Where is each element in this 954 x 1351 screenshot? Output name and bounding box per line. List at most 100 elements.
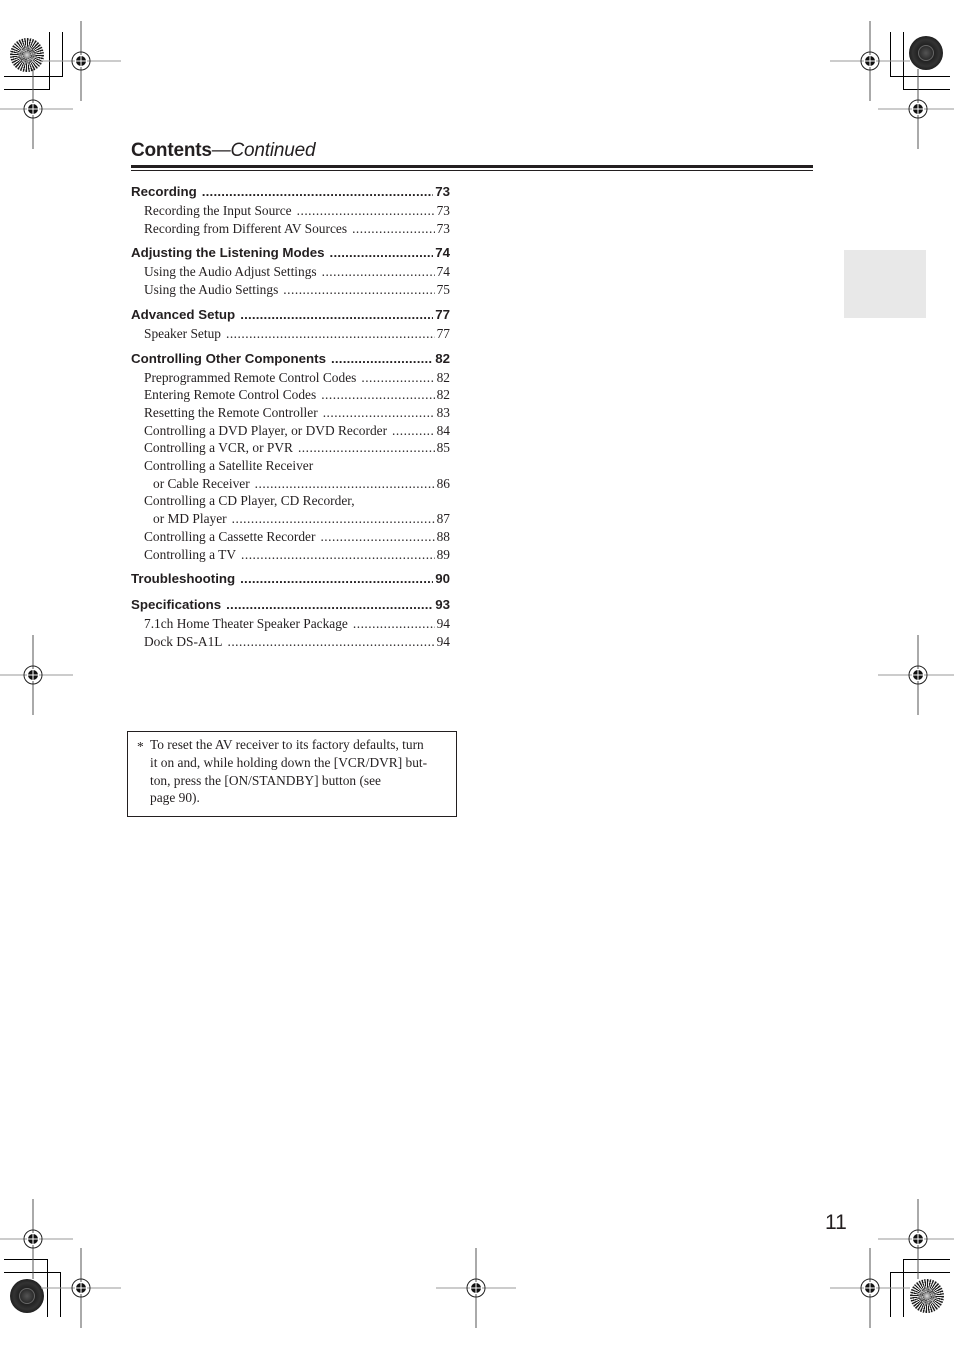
note-line: page 90). xyxy=(150,790,200,806)
toc-page-number: 82 xyxy=(435,350,450,366)
toc-entry-title: Advanced Setup xyxy=(131,306,236,322)
toc-subentry[interactable]: 7.1ch Home Theater Speaker Package 94 xyxy=(131,615,450,633)
dark-disc-icon xyxy=(909,36,943,70)
toc-page-number: 74 xyxy=(435,245,450,261)
dot-leader xyxy=(227,633,434,651)
dot-leader xyxy=(241,546,435,564)
crosshair-target-icon xyxy=(0,69,73,149)
toc-subentry[interactable]: Controlling a DVD Player, or DVD Recorde… xyxy=(131,422,450,440)
toc-subentry[interactable]: Controlling a Satellite Receiver xyxy=(131,457,450,475)
toc-entry-title: Recording xyxy=(131,184,197,199)
toc-page-number: 94 xyxy=(436,616,450,632)
toc-entry[interactable]: Troubleshooting 90 xyxy=(131,569,450,589)
dot-leader xyxy=(283,281,434,299)
toc-subentry-title: Resetting the Remote Controller xyxy=(144,404,318,420)
toc-subentry[interactable]: Controlling a CD Player, CD Recorder, xyxy=(131,492,450,510)
toc-subentry-title: Recording from Different AV Sources xyxy=(144,220,348,236)
dot-leader xyxy=(255,475,435,493)
dot-leader xyxy=(321,386,434,404)
toc-subentry[interactable]: Recording the Input Source 73 xyxy=(131,202,450,220)
reset-note-box: * To reset the AV receiver to its factor… xyxy=(127,731,457,817)
note-asterisk: * xyxy=(137,739,144,754)
section-thumb-tab xyxy=(844,250,926,318)
toc-subentry-title: 7.1ch Home Theater Speaker Package xyxy=(144,616,348,632)
toc-subentry-title: Recording the Input Source xyxy=(144,203,292,218)
toc-entry[interactable]: Specifications 93 xyxy=(131,595,450,615)
toc-section: Specifications 93 7.1ch Home Theater Speak… xyxy=(131,595,450,650)
page-number: 11 xyxy=(825,1211,847,1234)
toc-subentry[interactable]: Resetting the Remote Controller 83 xyxy=(131,404,450,422)
toc-subentry-title: Preprogrammed Remote Control Codes xyxy=(144,369,357,385)
crosshair-target-icon xyxy=(41,1248,121,1328)
toc-page-number: 82 xyxy=(436,369,450,385)
toc-entry[interactable]: Recording 73 xyxy=(131,182,450,202)
toc-subentry-title: Using the Audio Settings xyxy=(144,282,279,298)
toc-entry[interactable]: Adjusting the Listening Modes 74 xyxy=(131,243,450,263)
toc-subentry[interactable]: Speaker Setup 77 xyxy=(131,325,450,343)
dot-leader xyxy=(323,404,435,422)
toc-subentry[interactable]: Controlling a VCR, or PVR 85 xyxy=(131,439,450,457)
header-rule-thick xyxy=(131,165,813,168)
page-header: Contents—Continued xyxy=(131,139,813,163)
toc-page-number: 77 xyxy=(435,306,450,322)
toc-subentry[interactable]: Controlling a TV 89 xyxy=(131,546,450,564)
toc-section: Troubleshooting 90 xyxy=(131,569,450,589)
toc-subentry-title: Controlling a Cassette Recorder xyxy=(144,528,316,544)
toc-subentry-continued[interactable]: or Cable Receiver 86 xyxy=(131,475,450,493)
toc-section: Adjusting the Listening Modes74Using the… xyxy=(131,243,450,298)
toc-section: Controlling Other Components82Preprogram… xyxy=(131,349,450,564)
dot-leader xyxy=(226,595,433,615)
toc-page-number: 82 xyxy=(436,387,450,403)
toc-entry-title: Adjusting the Listening Modes xyxy=(131,245,325,261)
dot-leader xyxy=(240,569,433,589)
note-line: To reset the AV receiver to its factory … xyxy=(150,737,424,752)
page-title: Contents—Continued xyxy=(131,139,813,163)
toc-page-number: 94 xyxy=(436,633,450,649)
toc-page-number: 83 xyxy=(436,404,450,420)
toc-subentry-title: Controlling a TV xyxy=(144,546,236,562)
toc-subentry[interactable]: Recording from Different AV Sources 73 xyxy=(131,220,450,238)
toc-subentry-title-continued: or MD Player xyxy=(153,511,227,527)
dot-leader xyxy=(232,510,435,528)
toc-page-number: 73 xyxy=(436,220,450,236)
note-line: ton, press the [ON/STANDBY] button (see xyxy=(150,772,382,788)
toc-subentry[interactable]: Preprogrammed Remote Control Codes 82 xyxy=(131,369,450,387)
dot-leader xyxy=(320,528,434,546)
dot-leader xyxy=(353,615,435,633)
toc-subentry-title-continued: or Cable Receiver xyxy=(153,475,250,491)
page-title-continued: —Continued xyxy=(211,140,316,161)
toc-subentry[interactable]: Entering Remote Control Codes 82 xyxy=(131,386,450,404)
toc-section: Advanced Setup 77 Speaker Setup 77 xyxy=(131,305,450,343)
toc-subentry-title: Controlling a DVD Player, or DVD Recorde… xyxy=(144,422,388,438)
toc-entry-title: Troubleshooting xyxy=(131,571,236,587)
crosshair-target-icon xyxy=(878,69,954,149)
toc-subentry[interactable]: Dock DS-A1L 94 xyxy=(131,633,450,651)
toc-page-number: 85 xyxy=(436,440,450,456)
toc-subentry-continued[interactable]: or MD Player 87 xyxy=(131,510,450,528)
toc-subentry-title: Controlling a CD Player, CD Recorder, xyxy=(144,493,355,509)
toc-subentry-title: Controlling a VCR, or PVR xyxy=(144,440,293,456)
toc-entry[interactable]: Controlling Other Components 82 xyxy=(131,349,450,369)
header-rule-thin xyxy=(131,170,813,171)
note-line: it on and, while holding down the [VCR/D… xyxy=(150,754,428,770)
toc-subentry[interactable]: Using the Audio Settings 75 xyxy=(131,281,450,299)
dot-leader xyxy=(331,349,433,369)
toc-subentry-title: Speaker Setup xyxy=(144,325,221,341)
toc-page-number: 73 xyxy=(435,184,450,199)
toc-section: Recording73Recording the Input Source73R… xyxy=(131,182,450,237)
dot-leader xyxy=(322,263,435,281)
toc-entry[interactable]: Advanced Setup 77 xyxy=(131,305,450,325)
toc-entry-title: Controlling Other Components xyxy=(131,350,327,366)
toc-subentry[interactable]: Controlling a Cassette Recorder 88 xyxy=(131,528,450,546)
dark-disc-icon xyxy=(10,1279,44,1313)
toc-page-number: 90 xyxy=(435,571,450,587)
toc-subentry-title: Entering Remote Control Codes xyxy=(144,387,317,403)
toc-page-number: 84 xyxy=(436,422,450,438)
toc-subentry[interactable]: Using the Audio Adjust Settings 74 xyxy=(131,263,450,281)
starburst-disc-icon xyxy=(10,38,44,72)
toc-subentry-title: Using the Audio Adjust Settings xyxy=(144,264,317,280)
starburst-disc-icon xyxy=(910,1279,944,1313)
toc-subentry-title: Dock DS-A1L xyxy=(144,633,223,649)
toc-entry-title: Specifications xyxy=(131,597,222,613)
toc-page-number: 74 xyxy=(436,264,450,280)
